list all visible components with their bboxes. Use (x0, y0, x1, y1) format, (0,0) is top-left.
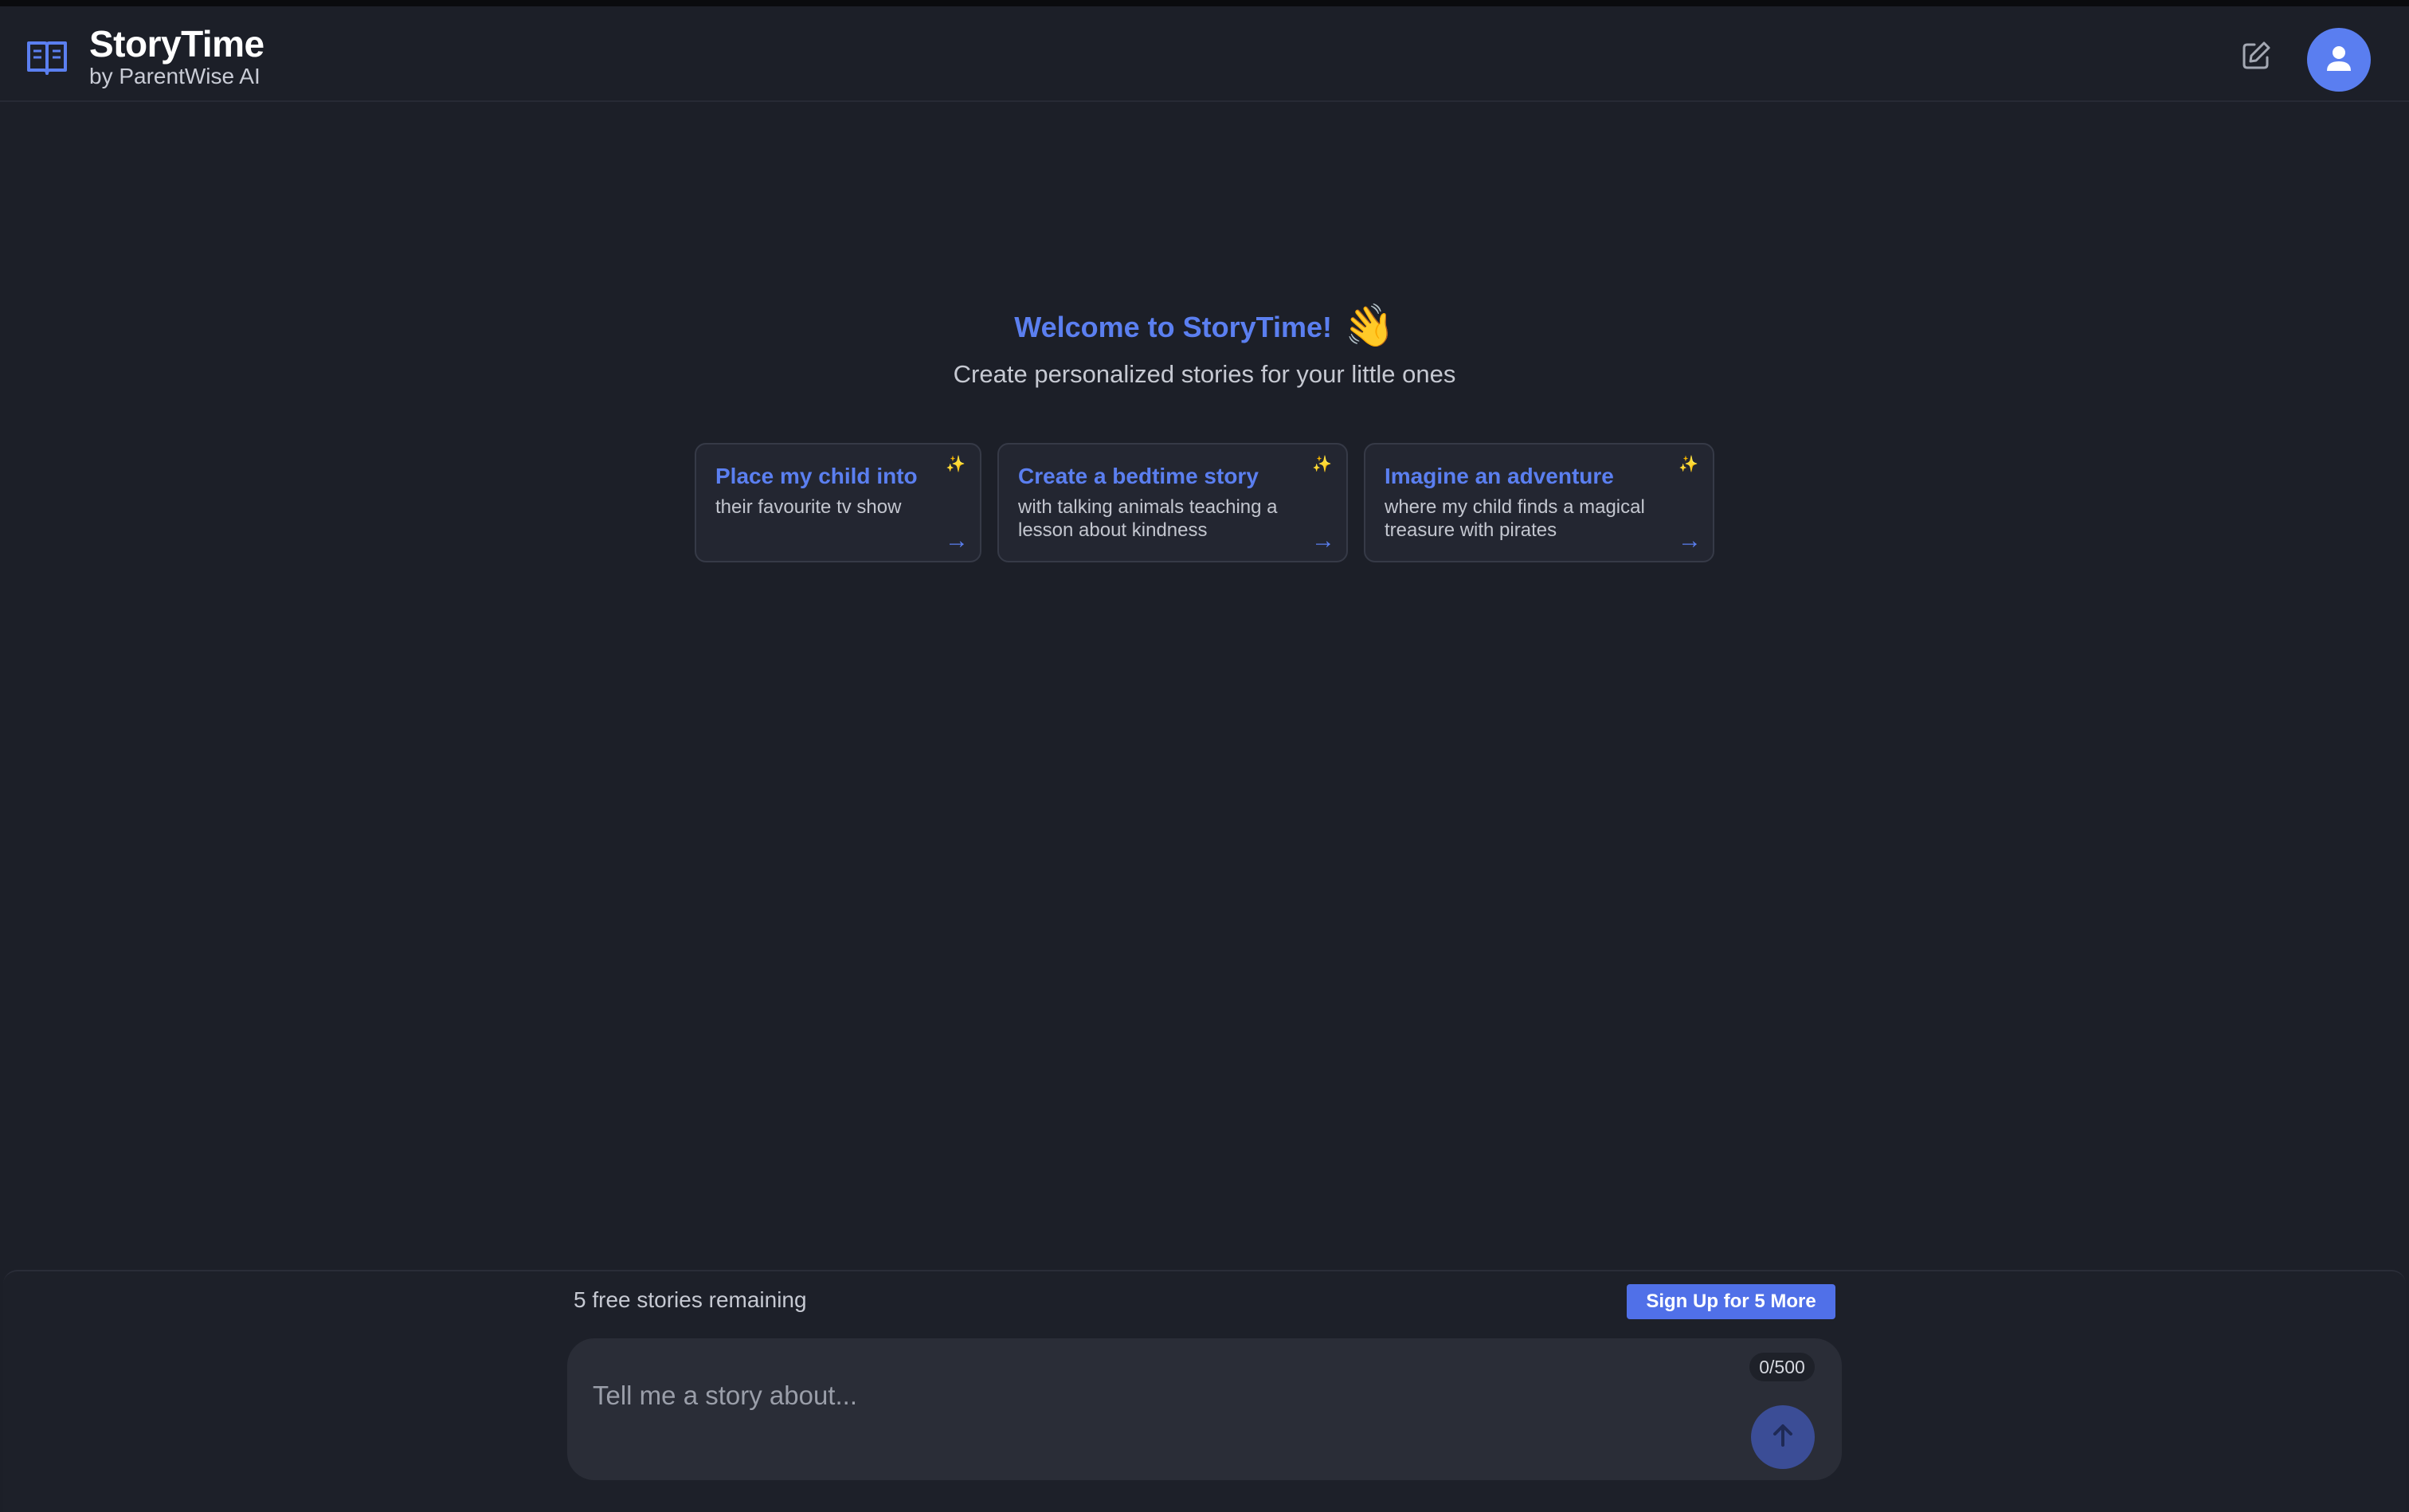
edit-icon (2240, 40, 2272, 76)
arrow-right-icon: → (945, 527, 969, 554)
sparkle-icon: ✨ (946, 456, 966, 473)
window-top-edge (0, 0, 2409, 6)
suggestion-description: their favourite tv show (715, 496, 902, 518)
free-stories-remaining: 5 free stories remaining (574, 1287, 807, 1312)
suggestion-card-bedtime[interactable]: Create a bedtime story with talking anim… (997, 443, 1348, 562)
suggestion-title: Create a bedtime story (1018, 464, 1259, 488)
suggestion-description: where my child finds a magical treasure … (1385, 496, 1645, 541)
character-counter: 0/500 (1749, 1353, 1815, 1381)
arrow-right-icon: → (1678, 527, 1702, 554)
suggestion-description: with talking animals teaching a lesson a… (1018, 496, 1278, 541)
suggestion-card-tv-show[interactable]: Place my child into their favourite tv s… (695, 443, 981, 562)
new-story-button[interactable] (2237, 38, 2275, 76)
welcome-title: Welcome to StoryTime! (1014, 311, 1332, 343)
suggestion-title: Imagine an adventure (1385, 464, 1614, 488)
suggestion-card-adventure[interactable]: Imagine an adventure where my child find… (1364, 443, 1714, 562)
waving-hand-icon: 👋 (1339, 300, 1399, 355)
sparkle-icon: ✨ (1678, 456, 1698, 473)
arrow-up-icon (1769, 1422, 1796, 1453)
open-book-icon (25, 35, 69, 78)
story-composer: 0/500 (567, 1338, 1842, 1480)
app-subtitle: by ParentWise AI (89, 64, 260, 88)
welcome-heading: Welcome to StoryTime! 👋 (0, 300, 2409, 355)
user-avatar-button[interactable] (2307, 28, 2371, 92)
app-header: StoryTime by ParentWise AI (0, 6, 2409, 102)
app-title: StoryTime (89, 23, 264, 65)
sign-up-button[interactable]: Sign Up for 5 More (1627, 1284, 1835, 1319)
story-prompt-input[interactable] (591, 1375, 1710, 1416)
user-icon (2323, 42, 2355, 78)
send-button[interactable] (1751, 1405, 1815, 1469)
arrow-right-icon: → (1311, 527, 1335, 554)
sparkle-icon: ✨ (1312, 456, 1332, 473)
suggestion-title: Place my child into (715, 464, 918, 488)
welcome-subtitle: Create personalized stories for your lit… (953, 360, 1456, 388)
